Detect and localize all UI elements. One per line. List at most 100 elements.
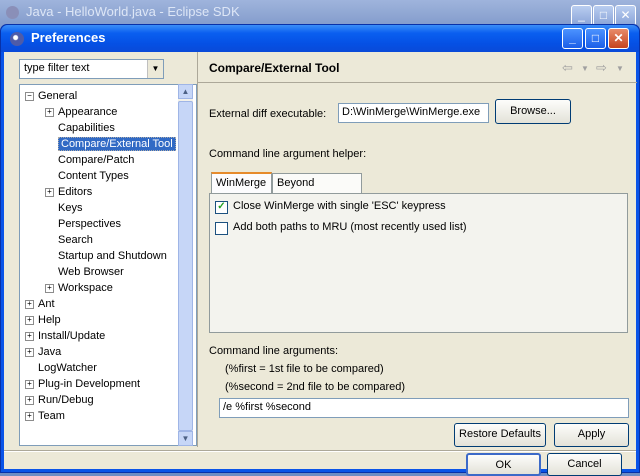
tree-scrollbar[interactable]: ▲ ▼ [178, 84, 193, 446]
expand-icon[interactable]: + [25, 332, 34, 341]
expand-icon[interactable]: + [45, 188, 54, 197]
tree-item[interactable]: Web Browser [58, 264, 124, 280]
scroll-thumb[interactable] [178, 101, 193, 431]
bg-close-icon[interactable]: ✕ [615, 5, 636, 26]
args-label: Command line arguments: [209, 345, 339, 357]
tree-item[interactable]: + Help [25, 312, 61, 328]
page-header: Compare/External Tool ⇦ ▼ ⇨ ▼ [198, 52, 637, 83]
tree-item-label: Java [38, 346, 62, 358]
apply-button[interactable]: Apply [554, 423, 629, 447]
scroll-down-icon[interactable]: ▼ [178, 431, 193, 446]
tree-item-label: Keys [58, 202, 83, 214]
dialog-client: type filter text ▼ − General + Appearance Ca… [4, 52, 637, 476]
footer-separator [4, 450, 636, 452]
tree-item-label: Compare/Patch [58, 154, 135, 166]
tree-item[interactable]: + Plug-in Development [25, 376, 140, 392]
tree-item[interactable]: Compare/Patch [58, 152, 134, 168]
tree-item[interactable]: Search [58, 232, 93, 248]
chevron-down-icon[interactable]: ▼ [147, 60, 163, 78]
tree-item-label: Install/Update [38, 330, 106, 342]
tree-item-label: Web Browser [58, 266, 124, 278]
expand-icon[interactable]: + [25, 300, 34, 309]
tree-item[interactable]: Keys [58, 200, 82, 216]
dialog-title: Preferences [31, 30, 106, 45]
maximize-button[interactable]: □ [585, 28, 606, 49]
helper-tabs: WinMerge Beyond Compare ✓ Close WinMerge… [209, 172, 628, 333]
expand-icon[interactable]: + [25, 396, 34, 405]
expand-icon[interactable]: + [45, 284, 54, 293]
tree-item-label: Compare/External Tool [58, 137, 176, 151]
tree-item[interactable]: Content Types [58, 168, 129, 184]
hint-second: (%second = 2nd file to be compared) [225, 381, 406, 393]
tree-item-label: Run/Debug [38, 394, 94, 406]
hint-first: (%first = 1st file to be compared) [225, 363, 384, 375]
preferences-dialog: Preferences _ □ ✕ type filter text ▼ − Ge… [0, 24, 640, 476]
tree-item[interactable]: + Ant [25, 296, 55, 312]
filter-input[interactable]: type filter text [24, 62, 89, 74]
tree-item[interactable]: LogWatcher [38, 360, 97, 376]
args-field[interactable]: /e %first %second [219, 398, 629, 418]
add-mru-label[interactable]: Add both paths to MRU (most recently use… [233, 221, 467, 233]
tree-item[interactable]: Perspectives [58, 216, 121, 232]
helper-label: Command line argument helper: [209, 148, 367, 160]
forward-arrow-icon[interactable]: ⇨ [596, 60, 607, 76]
tree-item[interactable]: Compare/External Tool [58, 136, 176, 152]
bg-maximize-icon[interactable]: □ [593, 5, 614, 26]
add-mru-checkbox[interactable] [215, 222, 228, 235]
browse-button[interactable]: Browse... [495, 99, 571, 124]
expand-icon[interactable]: + [45, 108, 54, 117]
page-title: Compare/External Tool [209, 61, 340, 75]
tree-item[interactable]: − General [25, 88, 78, 104]
eclipse-icon [6, 6, 19, 19]
expand-icon[interactable]: + [25, 412, 34, 421]
ok-button[interactable]: OK [466, 453, 541, 476]
close-esc-checkbox[interactable]: ✓ [215, 201, 228, 214]
tab-beyond-compare[interactable]: Beyond Compare [272, 173, 362, 208]
tree-item-label: Appearance [58, 106, 118, 118]
close-button[interactable]: ✕ [608, 28, 629, 49]
expand-icon[interactable]: + [25, 316, 34, 325]
tree-item-label: Ant [38, 298, 55, 310]
tree-item-label: Perspectives [58, 218, 121, 230]
tree-item-label: Workspace [58, 282, 113, 294]
minimize-button[interactable]: _ [562, 28, 583, 49]
dialog-titlebar[interactable]: Preferences _ □ ✕ [1, 25, 639, 52]
preference-page: Compare/External Tool ⇦ ▼ ⇨ ▼ External d… [197, 52, 637, 447]
preference-tree: − General + Appearance Capabilities Compare/E… [19, 84, 197, 446]
external-diff-field[interactable]: D:\WinMerge\WinMerge.exe [338, 103, 489, 123]
tree-item-label: General [38, 90, 78, 102]
tree-item[interactable]: Startup and Shutdown [58, 248, 167, 264]
tree-item-label: Team [38, 410, 65, 422]
tree-item[interactable]: + Run/Debug [25, 392, 94, 408]
tree-item-label: Content Types [58, 170, 129, 182]
tree-item[interactable]: + Workspace [45, 280, 113, 296]
tree-item[interactable]: + Team [25, 408, 65, 424]
forward-dropdown-icon[interactable]: ▼ [616, 64, 624, 73]
background-window-title: Java - HelloWorld.java - Eclipse SDK [26, 4, 240, 19]
tree-item[interactable]: + Install/Update [25, 328, 106, 344]
tab-winmerge[interactable]: WinMerge [211, 172, 272, 193]
tree-item-label: Startup and Shutdown [58, 250, 167, 262]
tree-item-label: Help [38, 314, 61, 326]
close-esc-label[interactable]: Close WinMerge with single 'ESC' keypres… [233, 200, 446, 212]
back-arrow-icon[interactable]: ⇦ [562, 60, 573, 76]
tab-panel: ✓ Close WinMerge with single 'ESC' keypr… [209, 193, 628, 333]
external-diff-label: External diff executable: [209, 108, 327, 120]
tree-item-label: Search [58, 234, 93, 246]
tree-item[interactable]: + Java [25, 344, 62, 360]
scroll-up-icon[interactable]: ▲ [178, 84, 193, 99]
eclipse-icon [10, 32, 24, 46]
tree-item[interactable]: + Editors [45, 184, 92, 200]
tree-item-label: Capabilities [58, 122, 115, 134]
expand-icon[interactable]: + [25, 380, 34, 389]
expand-icon[interactable]: + [25, 348, 34, 357]
tree-item[interactable]: + Appearance [45, 104, 118, 120]
bg-minimize-icon[interactable]: _ [571, 5, 592, 26]
restore-defaults-button[interactable]: Restore Defaults [454, 423, 546, 447]
back-dropdown-icon[interactable]: ▼ [581, 64, 589, 73]
filter-combo[interactable]: type filter text ▼ [19, 59, 164, 79]
tree-item[interactable]: Capabilities [58, 120, 115, 136]
cancel-button[interactable]: Cancel [547, 453, 622, 476]
collapse-icon[interactable]: − [25, 92, 34, 101]
tree-item-label: LogWatcher [38, 362, 97, 374]
